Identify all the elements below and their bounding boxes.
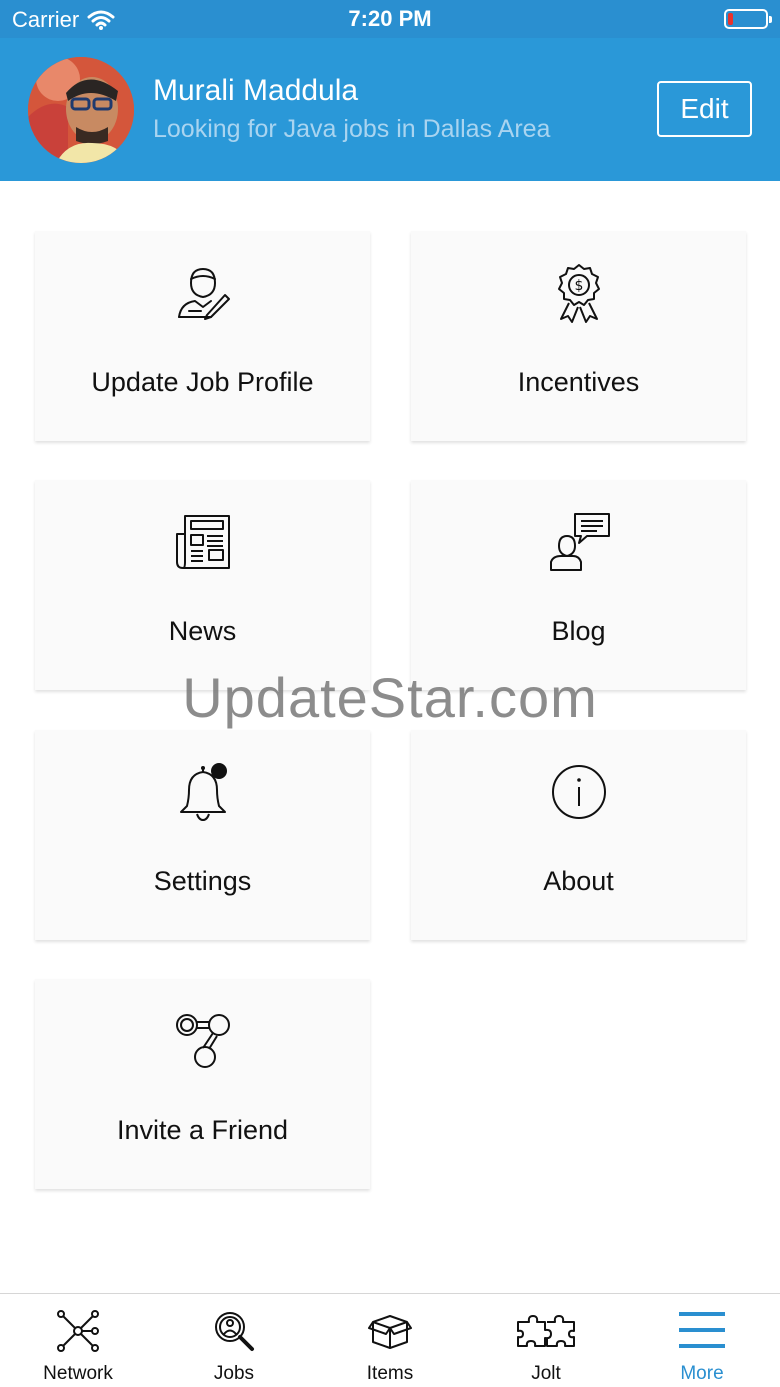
profile-name: Murali Maddula — [153, 74, 359, 107]
tile-update-job-profile[interactable]: Update Job Profile — [35, 231, 370, 441]
tile-label: Settings — [153, 866, 252, 896]
tab-label: Jobs — [213, 1363, 255, 1384]
battery-icon — [724, 9, 772, 29]
status-bar: Carrier 7:20 PM — [0, 0, 780, 38]
svg-text:$: $ — [574, 278, 583, 294]
hamburger-menu-icon — [679, 1312, 725, 1348]
tile-label: About — [543, 866, 614, 896]
profile-header: Murali Maddula Looking for Java jobs in … — [0, 38, 780, 181]
info-circle-icon — [551, 765, 606, 819]
speech-bubble-user-icon — [549, 513, 610, 571]
edit-profile-button[interactable]: Edit — [657, 81, 752, 137]
job-search-icon — [215, 1312, 254, 1351]
profile-tagline: Looking for Java jobs in Dallas Area — [153, 115, 551, 143]
avatar[interactable] — [28, 57, 134, 163]
tile-label: Invite a Friend — [116, 1115, 289, 1145]
user-edit-icon — [177, 268, 230, 320]
tile-label: Incentives — [517, 367, 640, 397]
tab-label: More — [680, 1363, 724, 1384]
watermark: UpdateStar.com — [182, 666, 598, 729]
tab-jobs[interactable]: Jobs — [156, 1294, 312, 1387]
tile-label: Blog — [551, 616, 606, 646]
menu-grid: Update Job Profile $ Incentives News Blo… — [0, 181, 780, 1291]
tab-jolt[interactable]: Jolt — [468, 1294, 624, 1387]
tile-settings[interactable]: Settings — [35, 730, 370, 940]
puzzle-icon — [517, 1315, 575, 1347]
newspaper-icon — [175, 515, 230, 569]
tab-label: Network — [43, 1363, 113, 1384]
avatar-photo — [28, 57, 134, 163]
tile-invite-a-friend[interactable]: Invite a Friend — [35, 979, 370, 1189]
box-icon — [368, 1315, 412, 1349]
tab-label: Jolt — [531, 1363, 561, 1384]
tab-network[interactable]: Network — [0, 1294, 156, 1387]
tile-news[interactable]: News — [35, 480, 370, 690]
tile-incentives[interactable]: $ Incentives — [411, 231, 746, 441]
network-icon — [57, 1310, 99, 1352]
tab-items[interactable]: Items — [312, 1294, 468, 1387]
tab-more[interactable]: More — [624, 1294, 780, 1387]
status-time: 7:20 PM — [348, 6, 432, 31]
tab-label: Items — [366, 1363, 414, 1384]
tile-label: Update Job Profile — [91, 367, 314, 397]
award-badge-icon: $ — [557, 264, 600, 323]
tile-about[interactable]: About — [411, 730, 746, 940]
tile-blog[interactable]: Blog — [411, 480, 746, 690]
bell-icon — [179, 763, 227, 821]
tile-label: News — [168, 616, 237, 646]
tab-bar: Network Jobs Items Jolt More — [0, 1293, 780, 1387]
share-nodes-icon — [175, 1014, 230, 1068]
battery-level — [728, 13, 733, 25]
